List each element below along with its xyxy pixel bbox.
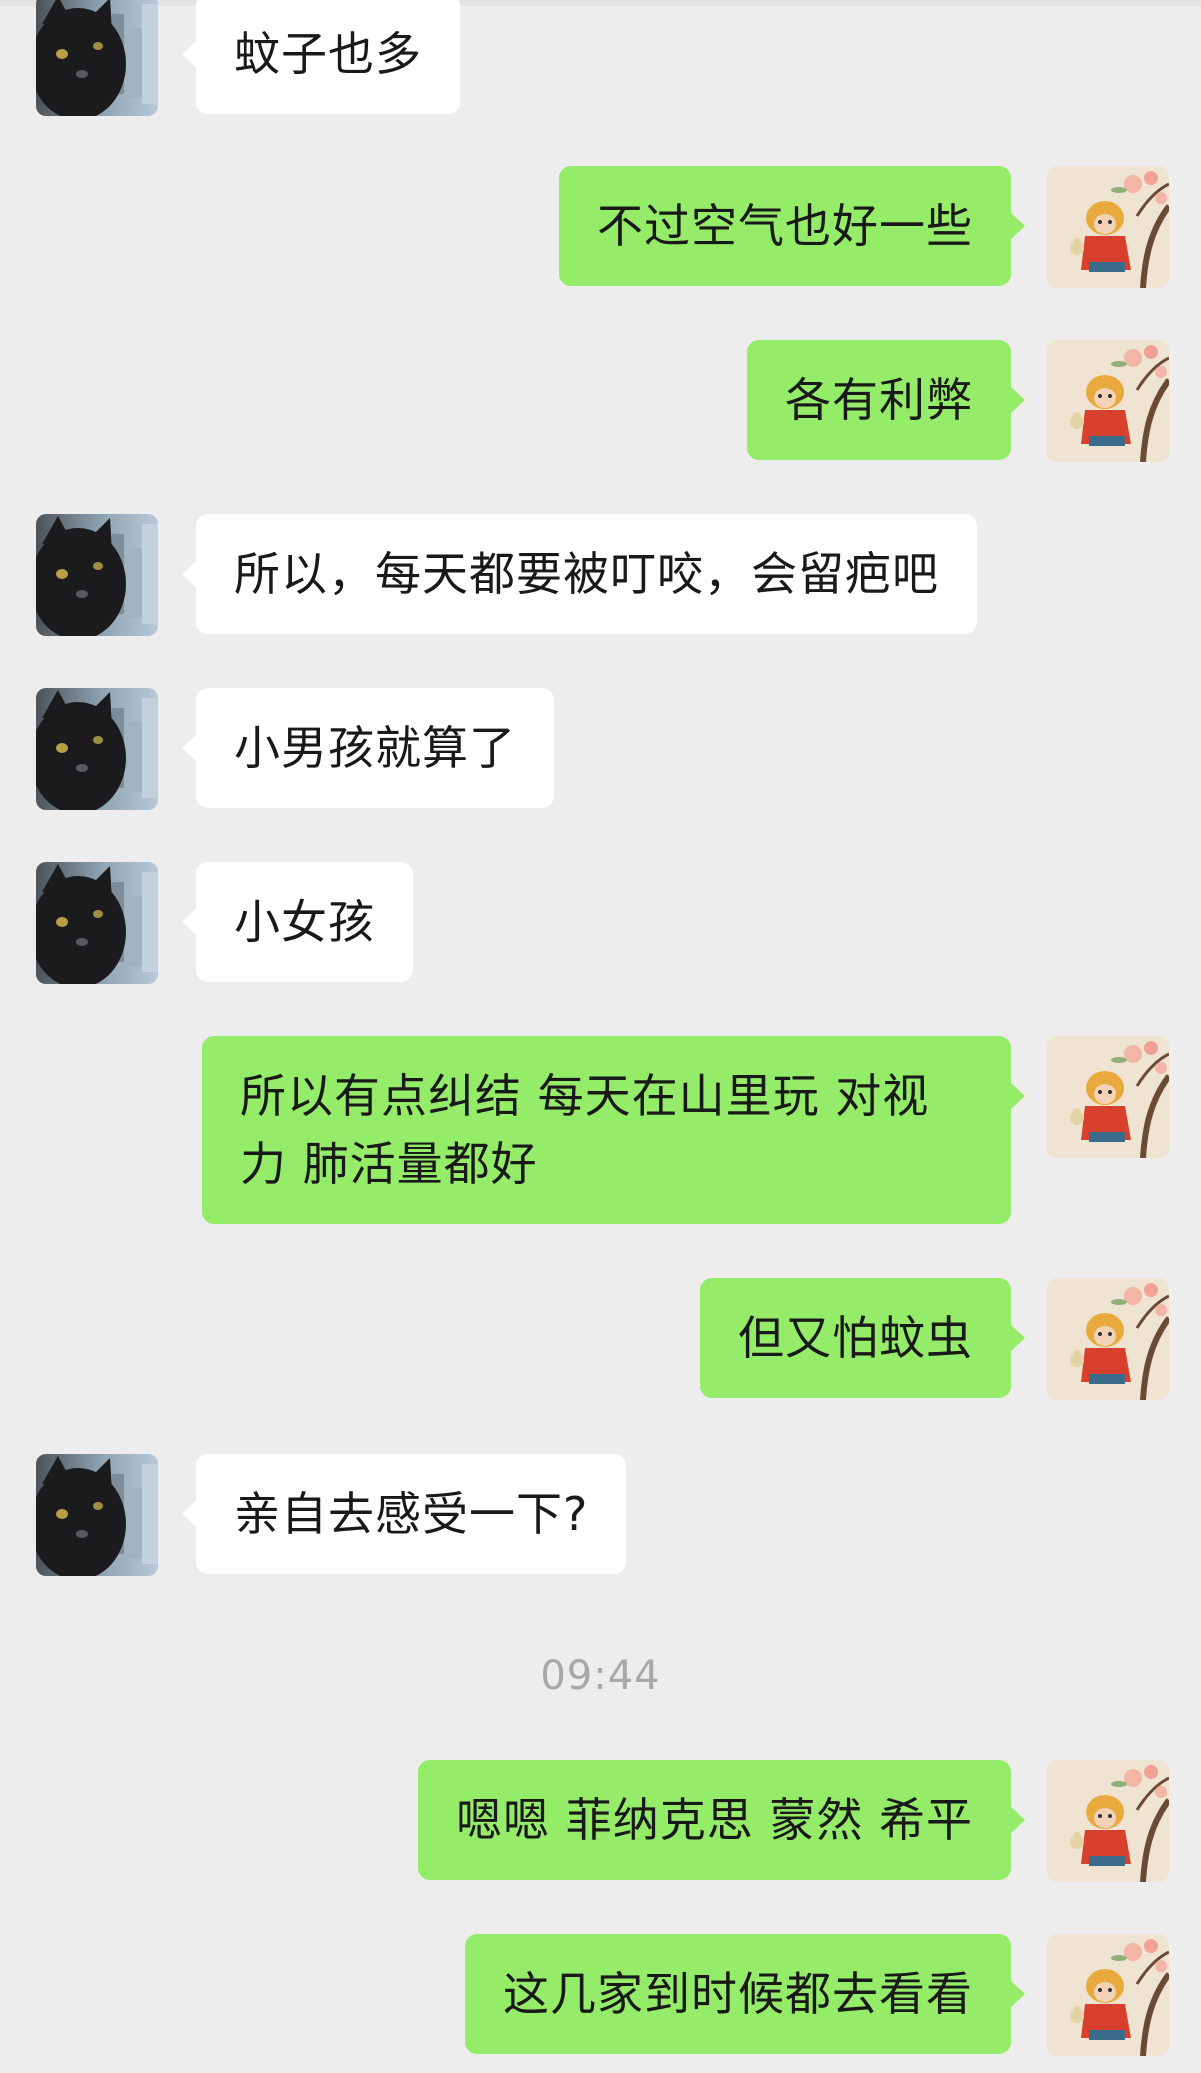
sent-message-bubble[interactable]: 嗯嗯 菲纳克思 蒙然 希平: [418, 1760, 1025, 1880]
received-message-bubble[interactable]: 小女孩: [182, 862, 413, 982]
sent-message-bubble[interactable]: 但又怕蚊虫: [700, 1278, 1025, 1398]
sent-message-bubble[interactable]: 各有利弊: [747, 340, 1025, 460]
message-timestamp: 09:44: [540, 1653, 661, 1699]
message-text: 不过空气也好一些: [597, 199, 973, 253]
message-text: 亲自去感受一下?: [234, 1487, 589, 1541]
monkey-king-avatar-image: [1047, 340, 1169, 462]
monkey-king-avatar-image: [1047, 1934, 1169, 2056]
monkey-king-avatar-image: [1047, 1036, 1169, 1158]
message-text: 但又怕蚊虫: [738, 1311, 973, 1365]
contact-avatar-black-cat[interactable]: [36, 0, 158, 116]
sent-message-bubble[interactable]: 这几家到时候都去看看: [465, 1934, 1025, 2054]
my-avatar-monkey-king[interactable]: [1047, 340, 1169, 462]
message-text: 小男孩就算了: [234, 721, 516, 775]
black-cat-avatar-image: [36, 1454, 158, 1576]
bubble-tail: [1010, 1324, 1025, 1352]
sent-message-bubble[interactable]: 不过空气也好一些: [559, 166, 1025, 286]
black-cat-avatar-image: [36, 862, 158, 984]
black-cat-avatar-image: [36, 0, 158, 116]
black-cat-avatar-image: [36, 688, 158, 810]
sent-message-bubble[interactable]: 所以有点纠结 每天在山里玩 对视力 肺活量都好: [202, 1036, 1025, 1224]
top-divider: [0, 0, 1201, 6]
message-text: 蚊子也多: [234, 27, 422, 81]
bubble-tail: [182, 1500, 197, 1528]
bubble-tail: [1010, 212, 1025, 240]
bubble-tail: [1010, 1980, 1025, 2008]
received-message-bubble[interactable]: 亲自去感受一下?: [182, 1454, 627, 1574]
my-avatar-monkey-king[interactable]: [1047, 166, 1169, 288]
my-avatar-monkey-king[interactable]: [1047, 1278, 1169, 1400]
my-avatar-monkey-king[interactable]: [1047, 1036, 1169, 1158]
bubble-tail: [1010, 1082, 1025, 1110]
contact-avatar-black-cat[interactable]: [36, 688, 158, 810]
bubble-tail: [182, 40, 197, 68]
my-avatar-monkey-king[interactable]: [1047, 1760, 1169, 1882]
chat-message-list[interactable]: 蚊子也多 不过空气也好一些 各有利弊 所以，每天都要被叮咬，会留疤吧 小男孩就算…: [0, 0, 1201, 2073]
bubble-tail: [1010, 1806, 1025, 1834]
received-message-bubble[interactable]: 所以，每天都要被叮咬，会留疤吧: [182, 514, 977, 634]
bubble-tail: [182, 734, 197, 762]
received-message-bubble[interactable]: 小男孩就算了: [182, 688, 554, 808]
message-text: 小女孩: [234, 895, 375, 949]
message-text: 嗯嗯 菲纳克思 蒙然 希平: [456, 1793, 973, 1847]
message-text: 所以，每天都要被叮咬，会留疤吧: [234, 547, 939, 601]
monkey-king-avatar-image: [1047, 1760, 1169, 1882]
my-avatar-monkey-king[interactable]: [1047, 1934, 1169, 2056]
contact-avatar-black-cat[interactable]: [36, 514, 158, 636]
message-text: 各有利弊: [785, 373, 973, 427]
bubble-tail: [1010, 386, 1025, 414]
bubble-tail: [182, 560, 197, 588]
contact-avatar-black-cat[interactable]: [36, 862, 158, 984]
message-text: 所以有点纠结 每天在山里玩 对视力 肺活量都好: [240, 1069, 930, 1191]
monkey-king-avatar-image: [1047, 1278, 1169, 1400]
bubble-tail: [182, 908, 197, 936]
message-text: 这几家到时候都去看看: [503, 1967, 973, 2021]
received-message-bubble[interactable]: 蚊子也多: [182, 0, 460, 114]
monkey-king-avatar-image: [1047, 166, 1169, 288]
contact-avatar-black-cat[interactable]: [36, 1454, 158, 1576]
black-cat-avatar-image: [36, 514, 158, 636]
